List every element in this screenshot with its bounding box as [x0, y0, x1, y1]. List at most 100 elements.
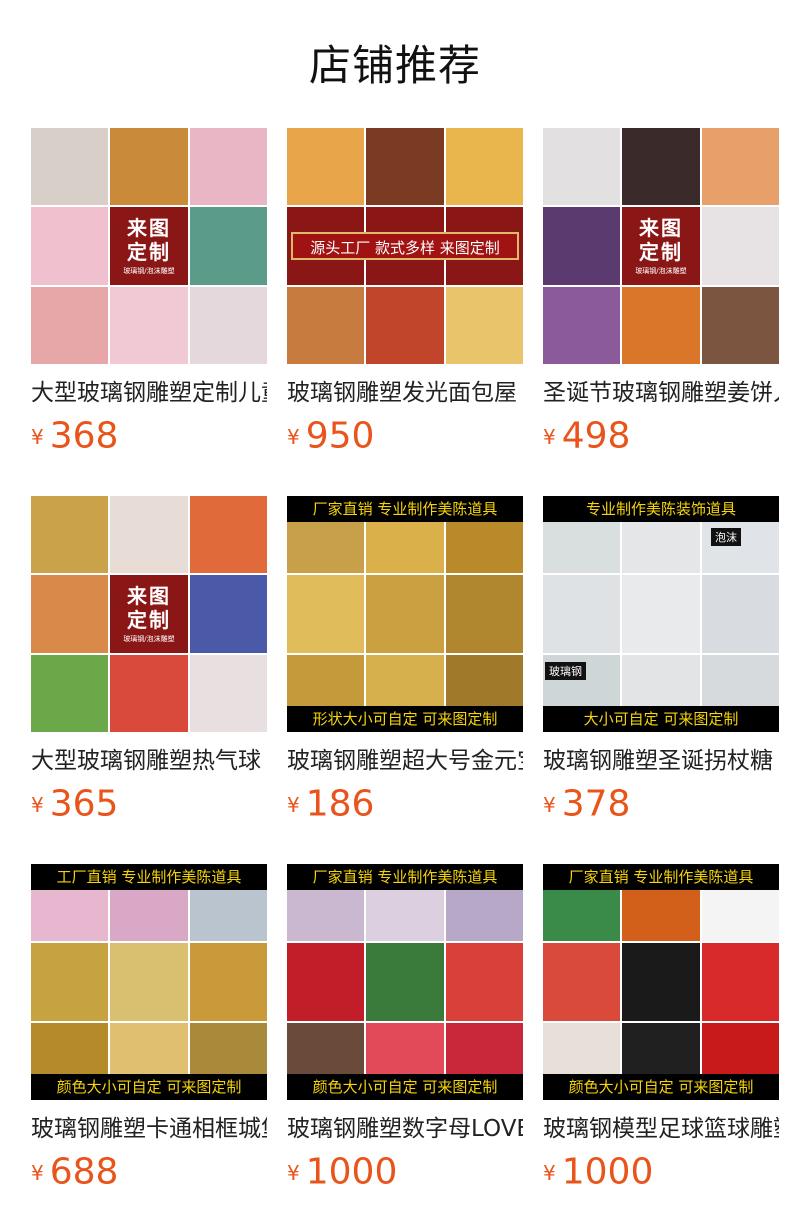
product-price: ¥1000: [543, 1150, 779, 1194]
image-tile: [543, 207, 621, 285]
price-value: 1000: [305, 1151, 398, 1193]
currency-symbol: ¥: [287, 424, 300, 449]
product-card[interactable]: 来图 定制 玻璃钢/泡沫雕塑 大型玻璃钢雕塑热气球 ¥365: [31, 496, 267, 826]
image-tile: [31, 575, 109, 653]
product-card[interactable]: 工厂直销 专业制作美陈道具 颜色大小可自定 可来图定制 玻璃钢雕塑卡通相框城堡门…: [31, 864, 267, 1194]
product-card[interactable]: 源头工厂 款式多样 来图定制 玻璃钢雕塑发光面包屋 ¥950: [287, 128, 523, 458]
price-value: 368: [49, 415, 119, 457]
image-tile: [189, 496, 267, 574]
currency-symbol: ¥: [543, 792, 556, 817]
product-image[interactable]: 来图 定制 玻璃钢/泡沫雕塑: [31, 496, 267, 732]
image-tile: [701, 943, 779, 1021]
badge-line2: 定制: [127, 240, 171, 264]
product-image[interactable]: 厂家直销 专业制作美陈道具 形状大小可自定 可来图定制: [287, 496, 523, 732]
product-name[interactable]: 圣诞节玻璃钢雕塑姜饼人: [543, 378, 779, 408]
promo-strip-top: 工厂直销 专业制作美陈道具: [31, 864, 267, 890]
image-tile: [189, 207, 267, 285]
image-tile: [622, 943, 700, 1021]
image-tile: [445, 128, 523, 206]
product-name[interactable]: 大型玻璃钢雕塑定制儿童乐园: [31, 378, 267, 408]
product-price: ¥688: [31, 1150, 267, 1194]
product-card[interactable]: 来图 定制 玻璃钢/泡沫雕塑 圣诞节玻璃钢雕塑姜饼人 ¥498: [543, 128, 779, 458]
product-price: ¥1000: [287, 1150, 523, 1194]
product-price: ¥186: [287, 782, 523, 826]
product-name[interactable]: 玻璃钢雕塑数字母LOVE: [287, 1114, 523, 1144]
image-tile: [110, 286, 188, 364]
currency-symbol: ¥: [543, 1160, 556, 1185]
promo-strip-bottom: 形状大小可自定 可来图定制: [287, 706, 523, 732]
image-tile: [445, 575, 523, 653]
image-tile: [543, 943, 621, 1021]
badge-line2: 定制: [639, 240, 683, 264]
product-name[interactable]: 玻璃钢雕塑超大号金元宝: [287, 746, 523, 776]
image-tile: [543, 128, 621, 206]
product-card[interactable]: 厂家直销 专业制作美陈道具 形状大小可自定 可来图定制 玻璃钢雕塑超大号金元宝 …: [287, 496, 523, 826]
currency-symbol: ¥: [287, 1160, 300, 1185]
product-image[interactable]: 专业制作美陈装饰道具 泡沫 玻璃钢 大小可自定 可来图定制: [543, 496, 779, 732]
badge-line1: 来图: [639, 216, 683, 240]
promo-strip-bottom: 颜色大小可自定 可来图定制: [287, 1074, 523, 1100]
product-image[interactable]: 工厂直销 专业制作美陈道具 颜色大小可自定 可来图定制: [31, 864, 267, 1100]
price-value: 365: [49, 783, 119, 825]
promo-strip-bottom: 大小可自定 可来图定制: [543, 706, 779, 732]
image-tile: [366, 128, 444, 206]
product-name[interactable]: 玻璃钢雕塑卡通相框城堡门头: [31, 1114, 267, 1144]
image-tile: [366, 575, 444, 653]
product-image[interactable]: 厂家直销 专业制作美陈道具 颜色大小可自定 可来图定制: [543, 864, 779, 1100]
product-card[interactable]: 专业制作美陈装饰道具 泡沫 玻璃钢 大小可自定 可来图定制 玻璃钢雕塑圣诞拐杖糖…: [543, 496, 779, 826]
price-value: 950: [305, 415, 375, 457]
image-tile: [31, 943, 109, 1021]
product-card[interactable]: 厂家直销 专业制作美陈道具 颜色大小可自定 可来图定制 玻璃钢模型足球篮球雕塑 …: [543, 864, 779, 1194]
image-tile: [445, 943, 523, 1021]
promo-strip-bottom: 颜色大小可自定 可来图定制: [543, 1074, 779, 1100]
currency-symbol: ¥: [31, 1160, 44, 1185]
currency-symbol: ¥: [31, 424, 44, 449]
price-value: 1000: [561, 1151, 654, 1193]
image-tile: [701, 286, 779, 364]
badge-line1: 来图: [127, 584, 171, 608]
image-tile: [31, 286, 109, 364]
product-image[interactable]: 来图 定制 玻璃钢/泡沫雕塑: [543, 128, 779, 364]
currency-symbol: ¥: [287, 792, 300, 817]
product-image[interactable]: 厂家直销 专业制作美陈道具 颜色大小可自定 可来图定制: [287, 864, 523, 1100]
product-name[interactable]: 大型玻璃钢雕塑热气球: [31, 746, 267, 776]
badge-sub: 玻璃钢/泡沫雕塑: [123, 635, 175, 643]
image-tile: [701, 575, 779, 653]
badge-sub: 玻璃钢/泡沫雕塑: [123, 267, 175, 275]
badge-line2: 定制: [127, 608, 171, 632]
product-name[interactable]: 玻璃钢雕塑圣诞拐杖糖: [543, 746, 779, 776]
promo-strip-top: 厂家直销 专业制作美陈道具: [543, 864, 779, 890]
image-tile: [287, 128, 365, 206]
image-tile: [110, 654, 188, 732]
price-value: 186: [305, 783, 375, 825]
image-tile: [189, 128, 267, 206]
image-tile: [543, 575, 621, 653]
product-image[interactable]: 源头工厂 款式多样 来图定制: [287, 128, 523, 364]
image-tile: [287, 575, 365, 653]
promo-band: 源头工厂 款式多样 来图定制: [291, 232, 519, 260]
product-name[interactable]: 玻璃钢雕塑发光面包屋: [287, 378, 523, 408]
product-image[interactable]: 来图 定制 玻璃钢/泡沫雕塑: [31, 128, 267, 364]
custom-badge: 来图 定制 玻璃钢/泡沫雕塑: [110, 575, 188, 653]
image-tile: [543, 286, 621, 364]
promo-strip-top: 专业制作美陈装饰道具: [543, 496, 779, 522]
image-tile: [189, 943, 267, 1021]
image-tile: [622, 128, 700, 206]
price-value: 378: [561, 783, 631, 825]
product-price: ¥498: [543, 414, 779, 458]
price-value: 498: [561, 415, 631, 457]
badge-line1: 来图: [127, 216, 171, 240]
image-tile: [189, 654, 267, 732]
currency-symbol: ¥: [31, 792, 44, 817]
image-tile: [287, 943, 365, 1021]
product-price: ¥368: [31, 414, 267, 458]
image-tile: [287, 286, 365, 364]
product-price: ¥378: [543, 782, 779, 826]
product-name[interactable]: 玻璃钢模型足球篮球雕塑: [543, 1114, 779, 1144]
promo-strip-bottom: 颜色大小可自定 可来图定制: [31, 1074, 267, 1100]
currency-symbol: ¥: [543, 424, 556, 449]
product-card[interactable]: 厂家直销 专业制作美陈道具 颜色大小可自定 可来图定制 玻璃钢雕塑数字母LOVE…: [287, 864, 523, 1194]
price-value: 688: [49, 1151, 119, 1193]
image-tile: [622, 575, 700, 653]
product-card[interactable]: 来图 定制 玻璃钢/泡沫雕塑 大型玻璃钢雕塑定制儿童乐园 ¥368: [31, 128, 267, 458]
